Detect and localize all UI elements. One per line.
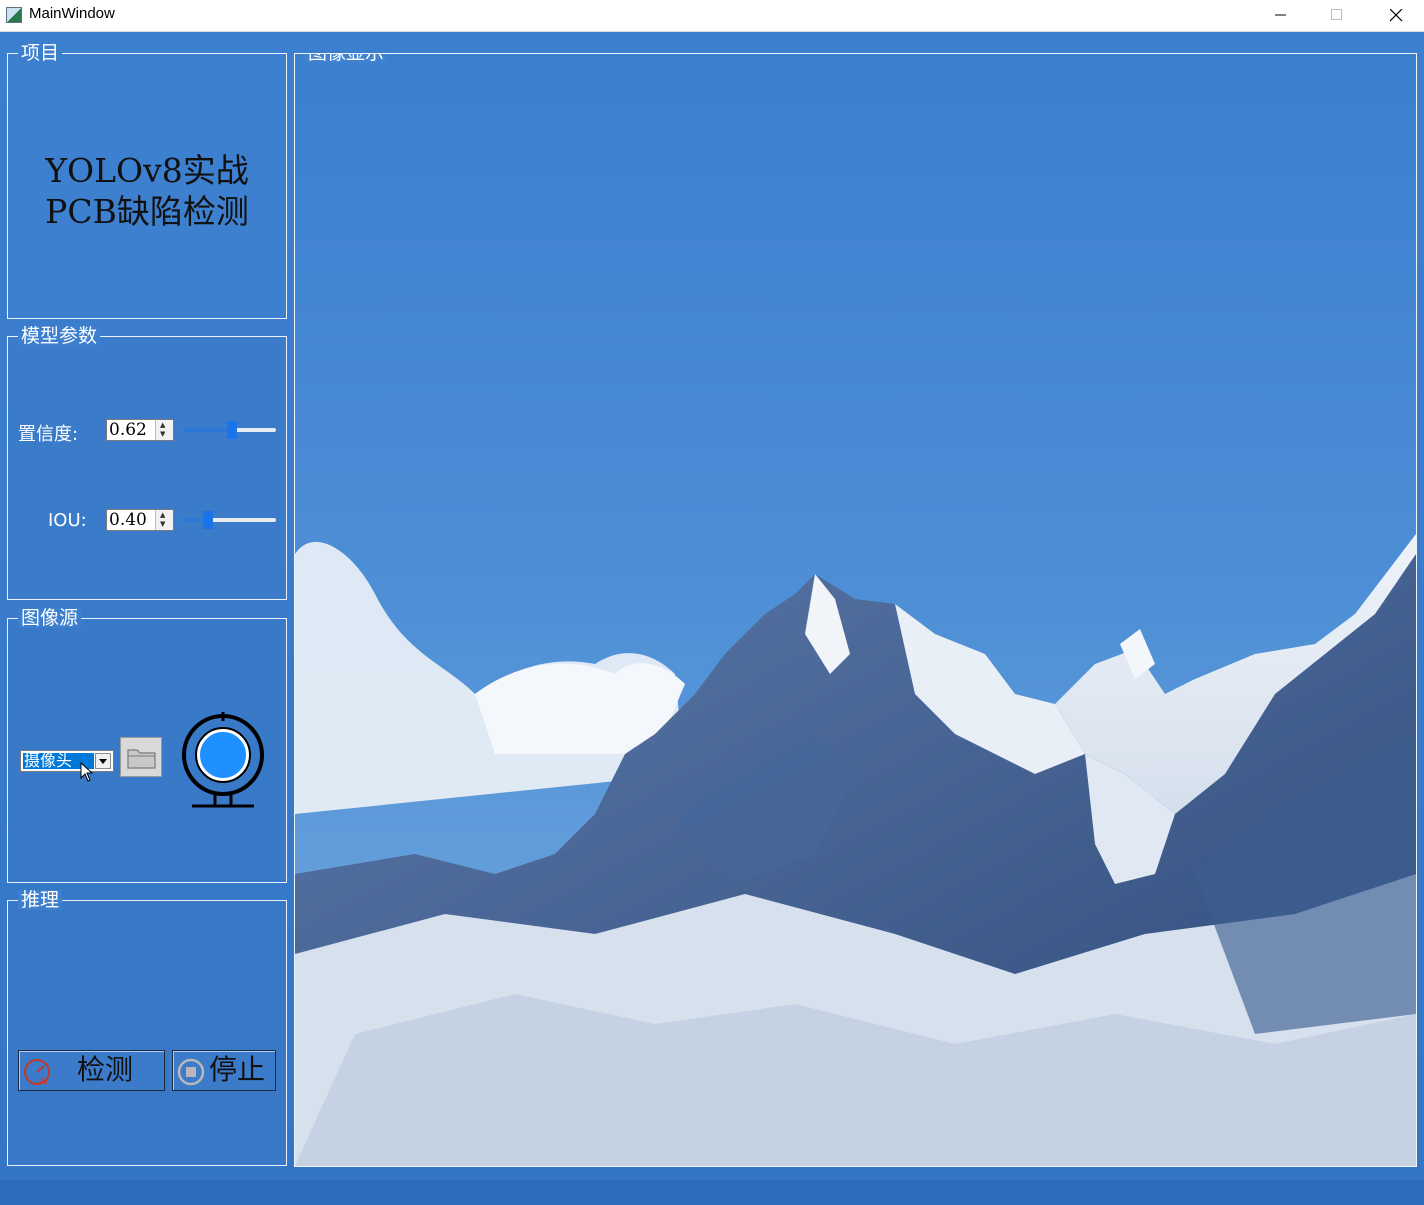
- svg-text:AI: AI: [39, 1077, 48, 1087]
- maximize-icon: [1331, 9, 1342, 20]
- iou-slider-handle[interactable]: [203, 511, 214, 529]
- confidence-slider-fill: [182, 428, 232, 432]
- mouse-cursor-icon: [80, 762, 94, 782]
- spin-down-icon[interactable]: ▼: [160, 521, 165, 528]
- confidence-spinbox[interactable]: 0.62 ▲ ▼: [106, 419, 174, 441]
- title-bar: MainWindow: [0, 0, 1424, 32]
- spin-up-icon[interactable]: ▲: [160, 422, 165, 429]
- minimize-icon: [1275, 14, 1286, 16]
- detect-button-label: 检测: [77, 1053, 134, 1086]
- iou-spinbox[interactable]: 0.40 ▲ ▼: [106, 509, 174, 531]
- confidence-slider-handle[interactable]: [226, 421, 237, 439]
- stop-button-label: 停止: [209, 1053, 266, 1086]
- stop-icon: [177, 1058, 205, 1086]
- webcam-icon: [182, 712, 264, 808]
- confidence-value: 0.62: [109, 420, 147, 440]
- spin-up-icon[interactable]: ▲: [160, 512, 165, 519]
- ai-detect-icon: AI: [24, 1059, 50, 1087]
- image-display-group: 图像显示: [294, 53, 1417, 1167]
- iou-spin-arrows[interactable]: ▲ ▼: [155, 510, 173, 530]
- confidence-label: 置信度:: [18, 424, 79, 445]
- iou-label: IOU:: [48, 510, 87, 531]
- image-display-canvas: [295, 54, 1416, 1166]
- chevron-down-icon[interactable]: [95, 753, 111, 769]
- detect-button[interactable]: AI 检测: [18, 1050, 165, 1091]
- inference-group: 推理 AI 检测 停止: [7, 890, 287, 1166]
- model-params-group: 模型参数 置信度: 0.62 ▲ ▼ IOU: 0.40 ▲ ▼: [7, 326, 287, 600]
- project-group-title: 项目: [18, 43, 63, 63]
- model-params-group-title: 模型参数: [18, 326, 101, 346]
- app-icon: [6, 7, 22, 23]
- stop-button[interactable]: 停止: [172, 1050, 276, 1091]
- iou-slider[interactable]: [182, 510, 276, 530]
- minimize-button[interactable]: [1258, 0, 1304, 31]
- image-display-group-title: 图像显示: [305, 54, 388, 63]
- app-title-line2: PCB缺陷检测: [45, 192, 249, 231]
- status-bar: [0, 1180, 1424, 1205]
- confidence-spin-arrows[interactable]: ▲ ▼: [155, 420, 173, 440]
- window-title: MainWindow: [29, 5, 115, 22]
- folder-icon: [127, 749, 156, 769]
- main-window-body: 项目 YOLOv8实战 PCB缺陷检测 模型参数 置信度: 0.62 ▲ ▼ I…: [0, 32, 1424, 1205]
- app-title-line1: YOLOv8实战: [45, 151, 249, 190]
- image-source-group: 图像源 摄像头: [7, 608, 287, 883]
- iou-value: 0.40: [109, 510, 147, 530]
- image-source-group-title: 图像源: [18, 608, 82, 628]
- open-folder-button[interactable]: [120, 737, 162, 777]
- spin-down-icon[interactable]: ▼: [160, 431, 165, 438]
- confidence-slider[interactable]: [182, 420, 276, 440]
- inference-group-title: 推理: [18, 890, 63, 910]
- close-icon: [1390, 9, 1403, 22]
- camera-button[interactable]: [180, 709, 266, 809]
- maximize-button[interactable]: [1314, 0, 1360, 31]
- source-combobox[interactable]: 摄像头: [20, 750, 114, 772]
- app-title: YOLOv8实战 PCB缺陷检测: [8, 150, 286, 232]
- project-group: 项目 YOLOv8实战 PCB缺陷检测: [7, 43, 287, 319]
- close-button[interactable]: [1373, 0, 1419, 31]
